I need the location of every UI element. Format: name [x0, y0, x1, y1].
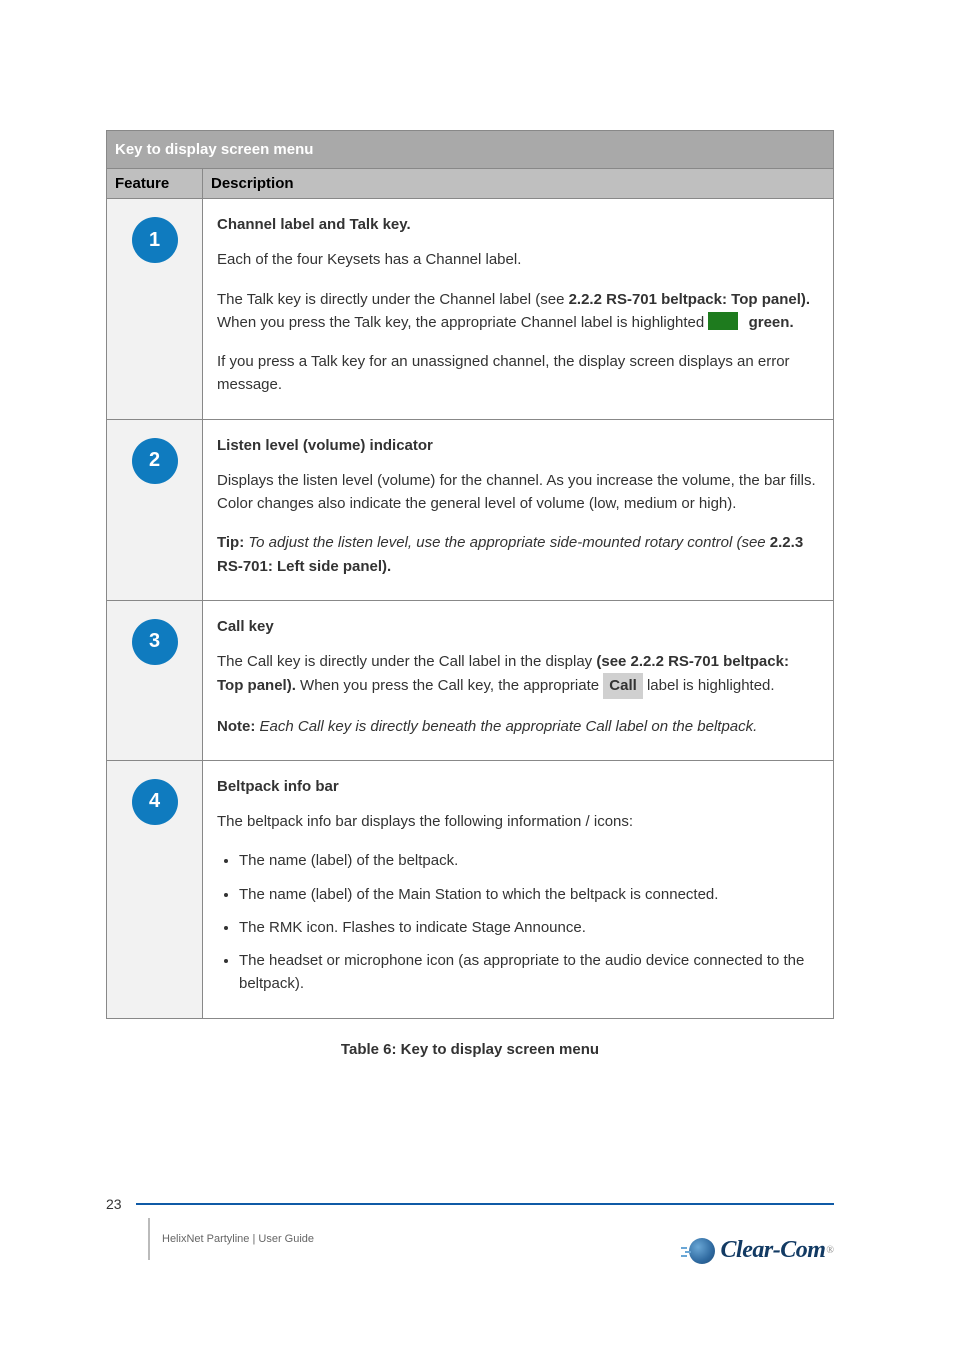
row-num-cell: 1 — [107, 199, 203, 420]
table-caption: Table 6: Key to display screen menu — [106, 1041, 834, 1058]
table-title: Key to display screen menu — [107, 131, 834, 169]
row-body: Each of the four Keysets has a Channel l… — [217, 248, 819, 396]
row-title: Channel label and Talk key. — [217, 213, 819, 236]
row-num-cell: 3 — [107, 600, 203, 760]
row-desc-cell: Call key The Call key is directly under … — [203, 600, 834, 760]
table-row: 3 Call key The Call key is directly unde… — [107, 600, 834, 760]
row-title: Listen level (volume) indicator — [217, 434, 819, 457]
table-row: 4 Beltpack info bar The beltpack info ba… — [107, 760, 834, 1018]
row-body: The Call key is directly under the Call … — [217, 650, 819, 738]
table-row: 2 Listen level (volume) indicator Displa… — [107, 419, 834, 600]
row-desc-cell: Listen level (volume) indicator Displays… — [203, 419, 834, 600]
row-num-cell: 2 — [107, 419, 203, 600]
table-row: 1 Channel label and Talk key. Each of th… — [107, 199, 834, 420]
footer-rule — [136, 1203, 834, 1205]
row-body: The beltpack info bar displays the follo… — [217, 810, 819, 996]
col-header-feature: Feature — [107, 169, 203, 199]
row-body: Displays the listen level (volume) for t… — [217, 469, 819, 578]
reference-table: Key to display screen menu Feature Descr… — [106, 130, 834, 1019]
footer-divider — [148, 1218, 150, 1260]
row-num-cell: 4 — [107, 760, 203, 1018]
number-badge: 1 — [132, 217, 178, 263]
number-badge: 2 — [132, 438, 178, 484]
globe-icon — [689, 1238, 715, 1264]
row-desc-cell: Beltpack info bar The beltpack info bar … — [203, 760, 834, 1018]
page-number: 23 — [106, 1196, 136, 1212]
row-title: Beltpack info bar — [217, 775, 819, 798]
col-header-description: Description — [203, 169, 834, 199]
row-title: Call key — [217, 615, 819, 638]
number-badge: 4 — [132, 779, 178, 825]
row-desc-cell: Channel label and Talk key. Each of the … — [203, 199, 834, 420]
brand-text: Clear-Com — [721, 1237, 826, 1264]
brand-logo: Clear-Com ® — [689, 1237, 834, 1264]
registered-mark: ® — [826, 1245, 834, 1256]
page-footer: 23 HelixNet Partyline | User Guide Clear… — [106, 1196, 834, 1260]
number-badge: 3 — [132, 619, 178, 665]
doc-title: HelixNet Partyline | User Guide — [162, 1232, 314, 1246]
